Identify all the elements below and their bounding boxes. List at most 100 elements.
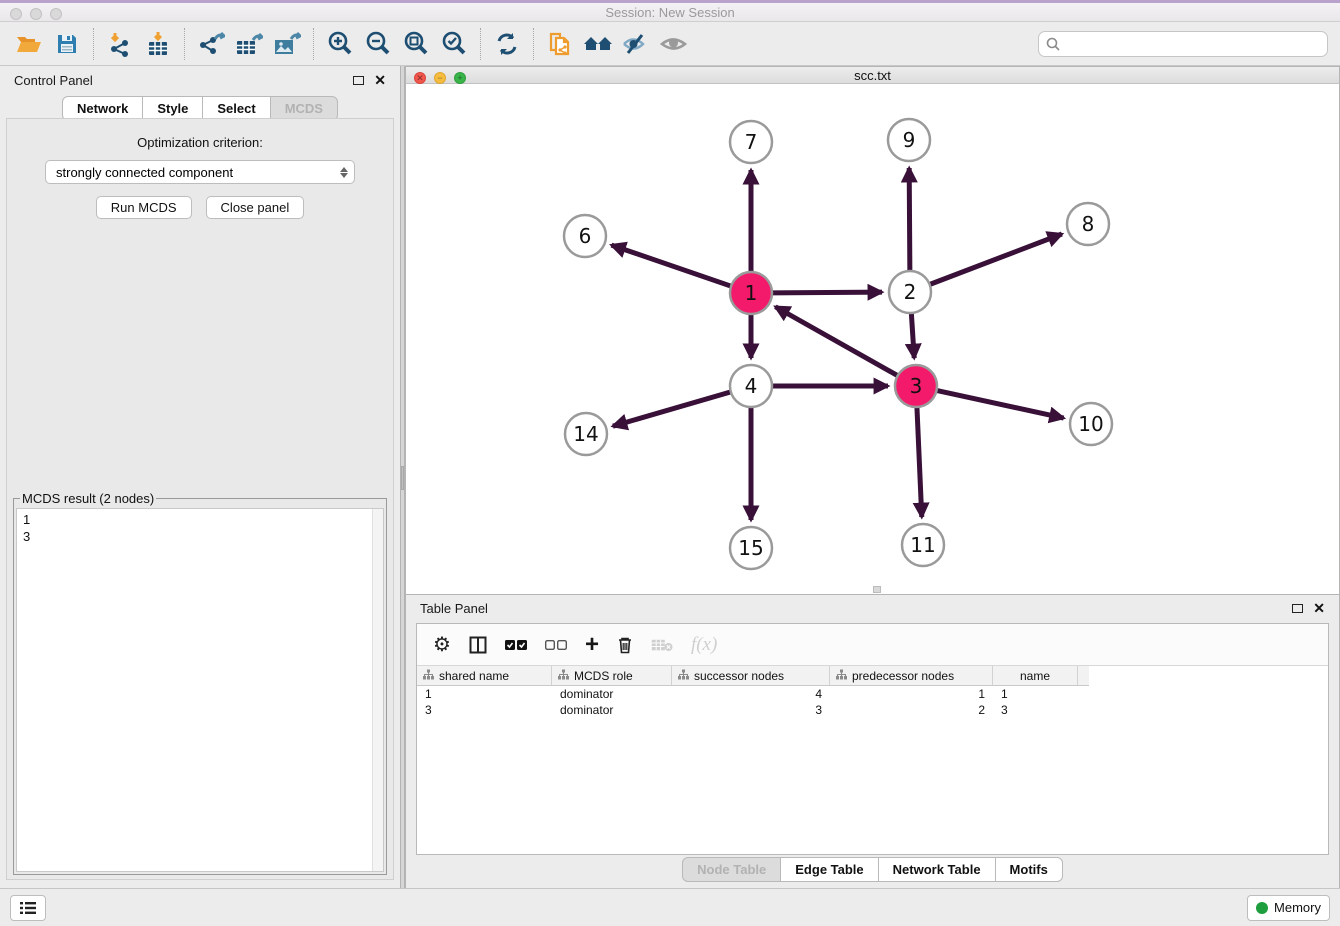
svg-text:2: 2	[904, 280, 917, 304]
mcds-result-list[interactable]: 13	[16, 508, 384, 872]
result-item[interactable]: 3	[23, 528, 377, 545]
table-settings-icon[interactable]: ⚙	[433, 632, 451, 657]
network-minimize-button[interactable]: −	[434, 72, 446, 84]
table-cell[interactable]: 3	[417, 703, 552, 717]
result-item[interactable]: 1	[23, 511, 377, 528]
export-table-icon[interactable]	[230, 26, 268, 62]
graph-edge-2-3[interactable]	[911, 313, 914, 358]
graph-node-6[interactable]: 6	[564, 215, 606, 257]
open-session-icon[interactable]	[10, 26, 48, 62]
table-tabs: Node Table Edge Table Network Table Moti…	[406, 857, 1339, 882]
copy-network-icon[interactable]	[541, 26, 579, 62]
graph-node-3[interactable]: 3	[895, 365, 937, 407]
graph-node-2[interactable]: 2	[889, 271, 931, 313]
zoom-fit-icon[interactable]	[397, 26, 435, 62]
column-header-successor-nodes[interactable]: successor nodes	[672, 666, 830, 685]
graph-edge-4-14[interactable]	[613, 392, 731, 426]
close-window-button[interactable]	[10, 8, 22, 20]
optimization-criterion-select[interactable]: strongly connected component	[45, 160, 355, 184]
result-scrollbar[interactable]	[372, 509, 383, 871]
close-panel-button[interactable]: Close panel	[206, 196, 305, 219]
graph-edge-1-6[interactable]	[611, 245, 731, 286]
table-cell[interactable]: dominator	[552, 703, 672, 717]
table-cell[interactable]: 1	[417, 687, 552, 701]
graph-node-15[interactable]: 15	[730, 527, 772, 569]
node-table-box: ⚙ +	[416, 623, 1329, 855]
task-history-button[interactable]	[10, 895, 46, 921]
maximize-window-button[interactable]	[50, 8, 62, 20]
network-graph[interactable]: 7 9 6 8 1 2 4 3 14 10 15 11	[406, 84, 1339, 589]
import-table-icon[interactable]	[139, 26, 177, 62]
memory-status-icon	[1256, 902, 1268, 914]
window-title: Session: New Session	[605, 5, 734, 20]
search-box[interactable]	[1038, 31, 1328, 57]
graph-edge-2-9[interactable]	[909, 168, 910, 271]
float-panel-icon[interactable]	[353, 76, 364, 85]
table-panel-header: Table Panel ✕	[406, 595, 1339, 621]
deselect-all-icon[interactable]	[545, 639, 567, 651]
column-header-name[interactable]: name	[993, 666, 1078, 685]
column-type-icon	[836, 669, 847, 683]
table-cell[interactable]: 2	[830, 703, 993, 717]
search-input[interactable]	[1065, 37, 1327, 52]
save-session-icon[interactable]	[48, 26, 86, 62]
graph-node-1[interactable]: 1	[730, 272, 772, 314]
home-view-icon[interactable]	[579, 26, 617, 62]
show-all-eye-icon[interactable]	[655, 26, 693, 62]
export-network-icon[interactable]	[192, 26, 230, 62]
tab-motifs[interactable]: Motifs	[996, 857, 1063, 882]
network-canvas[interactable]: 7 9 6 8 1 2 4 3 14 10 15 11	[405, 84, 1340, 594]
delete-column-icon[interactable]	[617, 636, 633, 654]
graph-edge-3-10[interactable]	[937, 390, 1064, 418]
graph-node-14[interactable]: 14	[565, 413, 607, 455]
table-row[interactable]: 1dominator411	[417, 686, 1328, 702]
table-cell[interactable]: dominator	[552, 687, 672, 701]
close-table-panel-icon[interactable]: ✕	[1313, 601, 1325, 615]
svg-text:8: 8	[1082, 212, 1095, 236]
svg-text:6: 6	[579, 224, 592, 248]
splitter-handle[interactable]	[401, 466, 404, 490]
control-panel: Control Panel ✕ Network Style Select MCD…	[0, 66, 400, 888]
column-header-MCDS-role[interactable]: MCDS role	[552, 666, 672, 685]
add-column-icon[interactable]: +	[585, 633, 599, 657]
run-mcds-button[interactable]: Run MCDS	[96, 196, 192, 219]
graph-node-4[interactable]: 4	[730, 365, 772, 407]
table-cell[interactable]: 1	[993, 687, 1078, 701]
float-table-panel-icon[interactable]	[1292, 604, 1303, 613]
table-cell[interactable]: 1	[830, 687, 993, 701]
canvas-splitter-handle[interactable]	[873, 586, 881, 593]
graph-node-8[interactable]: 8	[1067, 203, 1109, 245]
column-header-predecessor-nodes[interactable]: predecessor nodes	[830, 666, 993, 685]
graph-node-10[interactable]: 10	[1070, 403, 1112, 445]
close-panel-icon[interactable]: ✕	[374, 73, 386, 87]
minimize-window-button[interactable]	[30, 8, 42, 20]
graph-edge-3-11[interactable]	[917, 407, 922, 517]
memory-button[interactable]: Memory	[1247, 895, 1330, 921]
network-close-button[interactable]: ✕	[414, 72, 426, 84]
zoom-selected-icon[interactable]	[435, 26, 473, 62]
export-image-icon[interactable]	[268, 26, 306, 62]
zoom-out-icon[interactable]	[359, 26, 397, 62]
svg-text:15: 15	[738, 536, 763, 560]
column-header-shared-name[interactable]: shared name	[417, 666, 552, 685]
tab-edge-table[interactable]: Edge Table	[781, 857, 878, 882]
graph-edge-2-8[interactable]	[930, 234, 1062, 285]
table-cell[interactable]: 3	[993, 703, 1078, 717]
table-cell[interactable]: 4	[672, 687, 830, 701]
graph-node-7[interactable]: 7	[730, 121, 772, 163]
refresh-view-icon[interactable]	[488, 26, 526, 62]
network-zoom-button[interactable]: +	[454, 72, 466, 84]
tab-node-table[interactable]: Node Table	[682, 857, 781, 882]
graph-edge-1-2[interactable]	[772, 292, 882, 293]
select-all-icon[interactable]	[505, 639, 527, 651]
graph-node-9[interactable]: 9	[888, 119, 930, 161]
table-cell[interactable]: 3	[672, 703, 830, 717]
import-network-icon[interactable]	[101, 26, 139, 62]
graph-edge-3-1[interactable]	[775, 307, 897, 376]
hide-selected-eye-icon[interactable]	[617, 26, 655, 62]
graph-node-11[interactable]: 11	[902, 524, 944, 566]
table-row[interactable]: 3dominator323	[417, 702, 1328, 718]
show-columns-icon[interactable]	[469, 636, 487, 654]
tab-network-table[interactable]: Network Table	[879, 857, 996, 882]
zoom-in-icon[interactable]	[321, 26, 359, 62]
